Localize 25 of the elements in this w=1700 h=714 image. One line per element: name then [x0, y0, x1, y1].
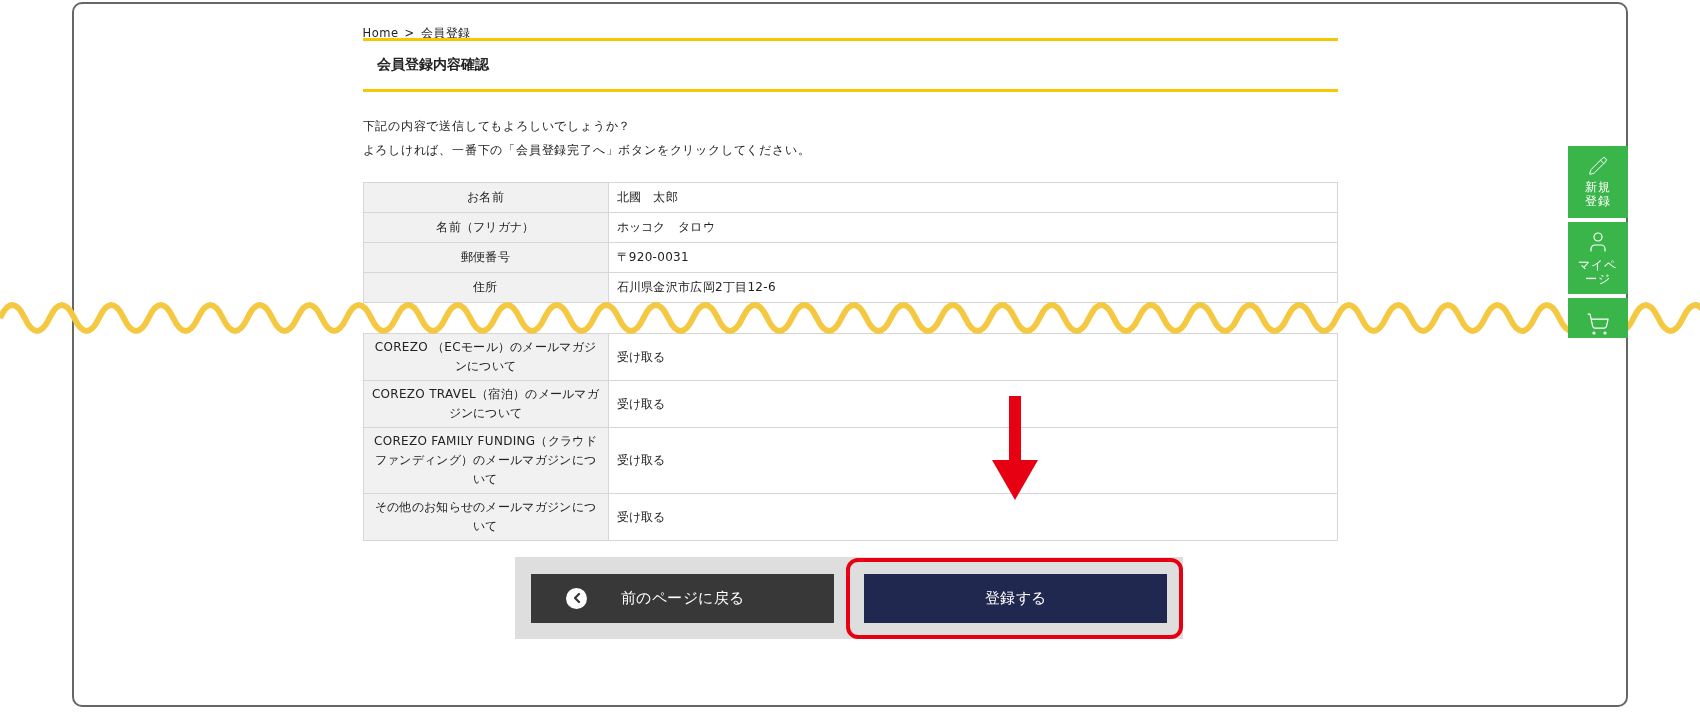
field-label: 名前（フリガナ） — [363, 212, 608, 243]
field-value: 受け取る — [608, 493, 1337, 541]
back-button[interactable]: 前のページに戻る — [531, 573, 834, 623]
field-value: 受け取る — [608, 333, 1337, 381]
submit-button[interactable]: 登録する — [864, 573, 1167, 623]
field-label: その他のお知らせのメールマガジンについて — [363, 493, 608, 541]
side-tab[interactable] — [1568, 298, 1628, 338]
intro-text: 下記の内容で送信してもよろしいでしょうか？ — [362, 118, 633, 135]
field-value: 〒920-0031 — [608, 242, 1337, 273]
intro-text: よろしければ、一番下の「会員登録完了へ」ボタンをクリックしてください。 — [362, 142, 812, 159]
field-label: COREZO （ECモール）のメールマガジンについて — [363, 333, 608, 381]
field-label: 住所 — [363, 272, 608, 303]
field-value: 北國 太郎 — [608, 182, 1337, 213]
breadcrumb-link[interactable]: 会員登録 — [420, 26, 471, 38]
field-label: COREZO FAMILY FUNDING（クラウドファンディング）のメールマガジンについて — [363, 427, 608, 494]
page-title: 会員登録内容確認 — [362, 38, 1338, 92]
breadcrumb-separator: > — [404, 26, 415, 38]
pencil-icon — [1588, 156, 1608, 176]
field-label: 郵便番号 — [363, 242, 608, 273]
breadcrumb-link[interactable]: Home — [362, 26, 399, 38]
field-value: 石川県金沢市広岡2丁目12-6 — [608, 272, 1337, 303]
field-label: COREZO TRAVEL（宿泊）のメールマガジンについて — [363, 380, 608, 428]
cart-icon — [1586, 312, 1610, 336]
field-label: お名前 — [363, 182, 608, 213]
field-value: ホッコク タロウ — [608, 212, 1337, 243]
